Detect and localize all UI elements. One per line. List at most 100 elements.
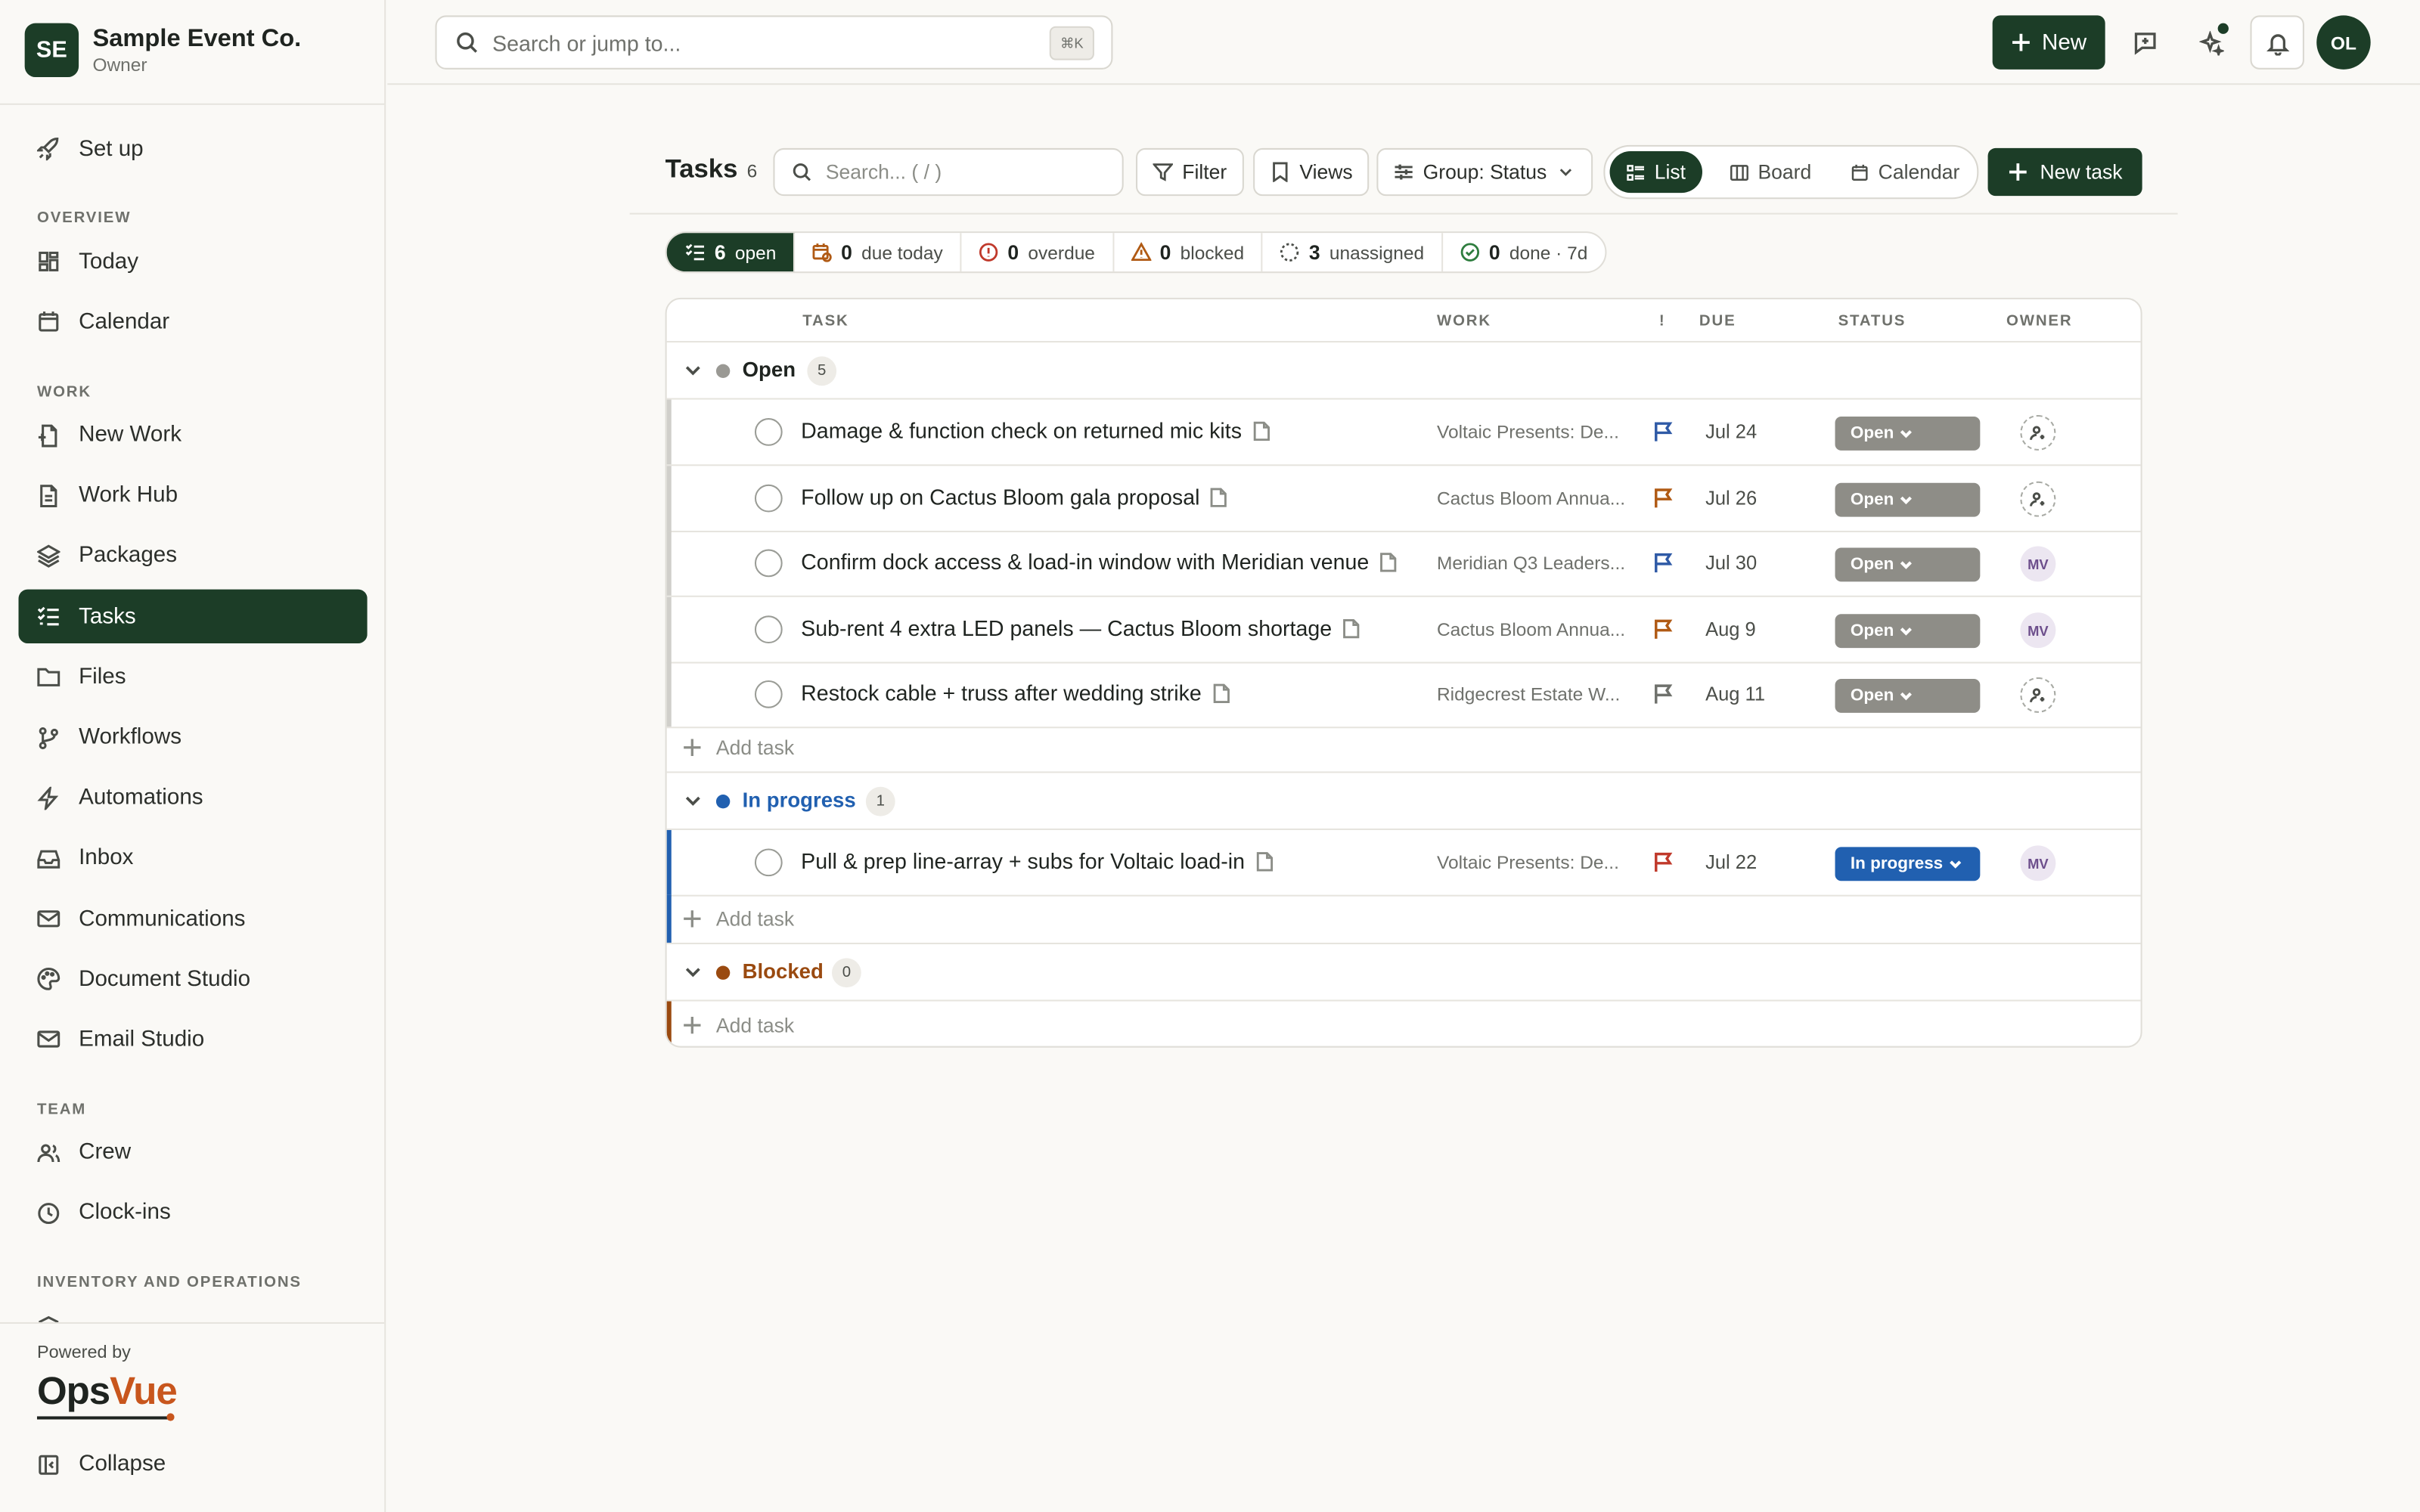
new-button[interactable]: New [1992,15,2105,70]
notifications-button[interactable] [2250,15,2304,70]
task-work[interactable]: Meridian Q3 Leaders... [1437,553,1631,575]
calendar-clock-icon [812,243,832,262]
task-due[interactable]: Jul 24 [1705,421,1757,443]
stat-overdue[interactable]: 0 overdue [961,233,1114,272]
sidebar-item-setup[interactable]: Set up [18,122,367,175]
task-due[interactable]: Aug 9 [1705,618,1756,640]
task-complete-checkbox[interactable] [754,848,783,877]
view-list-tab[interactable]: List [1609,150,1703,194]
flag-icon[interactable] [1653,421,1675,443]
task-work[interactable]: Voltaic Presents: De... [1437,421,1631,443]
sidebar-item-calendar[interactable]: Calendar [18,296,367,349]
task-due[interactable]: Jul 26 [1705,488,1757,510]
task-due[interactable]: Jul 30 [1705,553,1757,575]
stat-unassigned[interactable]: 3 unassigned [1263,233,1443,272]
table-row[interactable]: Follow up on Cactus Bloom gala proposal … [666,466,2141,533]
flag-icon[interactable] [1653,553,1675,575]
sidebar-item-work-hub[interactable]: Work Hub [18,469,367,522]
flag-icon[interactable] [1653,852,1675,874]
stat-open[interactable]: 6 open [666,233,795,272]
sidebar-item-communications[interactable]: Communications [18,892,367,946]
task-work[interactable]: Cactus Bloom Annua... [1437,488,1631,510]
table-row[interactable]: Sub-rent 4 extra LED panels — Cactus Blo… [666,596,2141,664]
ai-assistant-button[interactable] [2184,15,2238,69]
view-calendar-tab[interactable]: Calendar [1833,151,1976,193]
table-row[interactable]: Damage & function check on returned mic … [666,399,2141,466]
status-dropdown[interactable]: In progress [1835,847,1981,881]
user-avatar[interactable]: OL [2316,15,2371,70]
sidebar-item-files[interactable]: Files [18,650,367,704]
flag-icon[interactable] [1653,683,1675,705]
owner-avatar[interactable]: MV [2020,845,2056,881]
views-button[interactable]: Views [1253,147,1370,197]
filter-button[interactable]: Filter [1136,147,1244,197]
group-header-open[interactable]: Open 5 [666,342,2141,400]
sidebar-item-inbox[interactable]: Inbox [18,832,367,885]
task-complete-checkbox[interactable] [754,680,783,708]
assign-owner-button[interactable] [2020,414,2056,451]
owner-avatar[interactable]: MV [2020,546,2056,582]
task-complete-checkbox[interactable] [754,549,783,578]
status-dropdown[interactable]: Open [1835,678,1981,713]
task-work[interactable]: Ridgecrest Estate W... [1437,683,1631,705]
column-status[interactable]: STATUS [1838,313,1907,330]
sidebar-item-email-studio[interactable]: Email Studio [18,1013,367,1067]
assign-owner-button[interactable] [2020,677,2056,713]
task-name[interactable]: Confirm dock access & load-in window wit… [801,550,1369,575]
assign-owner-button[interactable] [2020,481,2056,517]
org-switcher[interactable]: SE Sample Event Co. Owner [24,23,301,78]
sidebar-item-packages[interactable]: Packages [18,529,367,583]
sidebar-item-automations[interactable]: Automations [18,771,367,825]
status-dropdown[interactable]: Open [1835,614,1981,649]
group-header-in-progress[interactable]: In progress 1 [666,773,2141,830]
status-dropdown[interactable]: Open [1835,417,1981,451]
flag-icon[interactable] [1653,618,1675,640]
table-row[interactable]: Pull & prep line-array + subs for Voltai… [666,829,2141,897]
global-search-input[interactable]: Search or jump to... ⌘K [435,15,1113,70]
column-owner[interactable]: OWNER [2006,313,2072,330]
task-name[interactable]: Sub-rent 4 extra LED panels — Cactus Blo… [801,615,1332,640]
add-task-row[interactable]: Add task [666,723,2141,773]
sidebar-item-today[interactable]: Today [18,235,367,289]
new-task-button[interactable]: New task [1987,147,2142,197]
sidebar-item-clock-ins[interactable]: Clock-ins [18,1186,367,1240]
column-work[interactable]: WORK [1437,313,1491,330]
stat-blocked[interactable]: 0 blocked [1113,233,1263,272]
task-due[interactable]: Jul 22 [1705,852,1757,874]
collapse-sidebar-button[interactable]: Collapse [37,1452,166,1476]
group-by-dropdown[interactable]: Group: Status [1376,147,1593,197]
column-task[interactable]: TASK [802,313,849,330]
task-complete-checkbox[interactable] [754,615,783,644]
task-complete-checkbox[interactable] [754,484,783,513]
sidebar-item-crew[interactable]: Crew [18,1126,367,1179]
status-dropdown[interactable]: Open [1835,547,1981,582]
task-due[interactable]: Aug 11 [1705,683,1765,705]
task-name[interactable]: Follow up on Cactus Bloom gala proposal [801,485,1199,510]
group-header-blocked[interactable]: Blocked 0 [666,944,2141,1002]
task-complete-checkbox[interactable] [754,418,783,446]
sidebar-item-new-work[interactable]: New Work [18,408,367,462]
sidebar-item-partial[interactable] [18,1299,367,1322]
view-board-tab[interactable]: Board [1713,151,1828,193]
add-task-row[interactable]: Add task [666,894,2141,944]
column-due[interactable]: DUE [1699,313,1736,330]
sidebar-item-tasks[interactable]: Tasks [18,589,368,644]
owner-avatar[interactable]: MV [2020,612,2056,649]
status-dropdown[interactable]: Open [1835,482,1981,517]
task-work[interactable]: Cactus Bloom Annua... [1437,618,1631,640]
task-name[interactable]: Damage & function check on returned mic … [801,418,1242,443]
task-name[interactable]: Restock cable + truss after wedding stri… [801,680,1202,705]
task-work[interactable]: Voltaic Presents: De... [1437,852,1631,874]
flag-icon[interactable] [1653,488,1675,510]
stat-due-today[interactable]: 0 due today [795,233,962,272]
table-row[interactable]: Confirm dock access & load-in window wit… [666,531,2141,597]
add-task-row[interactable]: Add task [666,1001,2141,1046]
task-name[interactable]: Pull & prep line-array + subs for Voltai… [801,848,1245,873]
table-row[interactable]: Restock cable + truss after wedding stri… [666,662,2141,729]
sidebar-item-workflows[interactable]: Workflows [18,711,367,764]
stat-done[interactable]: 0 done · 7d [1443,233,1605,271]
column-priority[interactable]: ! [1659,313,1666,330]
feedback-button[interactable] [2118,15,2171,69]
sidebar-item-document-studio[interactable]: Document Studio [18,953,367,1006]
task-search-input[interactable]: Search... ( / ) [773,147,1124,197]
